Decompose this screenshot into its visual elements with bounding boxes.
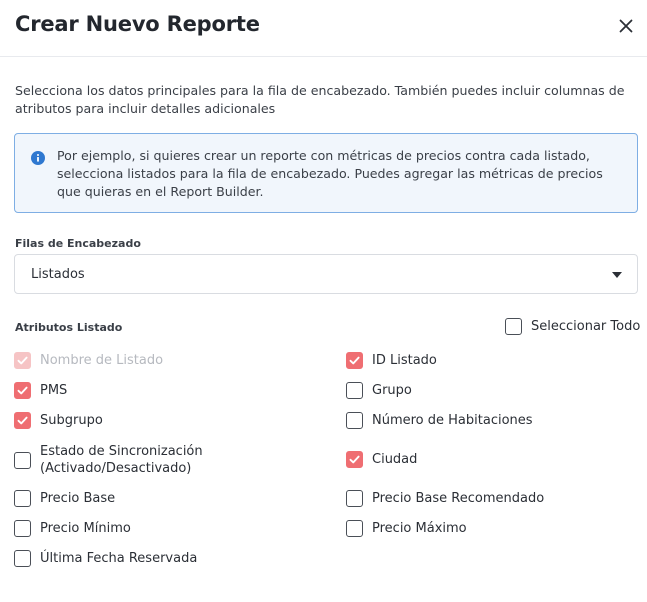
checkbox-ciudad[interactable]: Ciudad: [346, 451, 417, 468]
checkbox-box: [14, 382, 31, 399]
select-all-checkbox[interactable]: Seleccionar Todo: [505, 318, 640, 335]
checkbox-label: Estado de Sincronización (Activado/Desac…: [40, 444, 203, 476]
checkbox-label: Última Fecha Reservada: [40, 551, 198, 566]
checkmark-icon: [17, 386, 28, 395]
header-rows-value: Listados: [31, 267, 85, 282]
header-rows-label: Filas de Encabezado: [15, 237, 141, 250]
checkbox-label: Ciudad: [372, 452, 418, 467]
dialog-title: Crear Nuevo Reporte: [15, 12, 260, 36]
checkbox-subgrupo[interactable]: Subgrupo: [14, 412, 103, 429]
info-icon: [31, 151, 45, 165]
checkbox-grupo[interactable]: Grupo: [346, 382, 412, 399]
checkbox-box: [14, 412, 31, 429]
info-callout: Por ejemplo, si quieres crear un reporte…: [14, 133, 638, 213]
checkbox-label: Precio Máximo: [372, 521, 467, 536]
checkbox-box: [14, 352, 31, 369]
checkbox-box: [346, 490, 363, 507]
checkbox-box: [346, 412, 363, 429]
checkbox-box: [14, 550, 31, 567]
checkbox-label: Precio Mínimo: [40, 521, 131, 536]
checkbox-precio-base-recomendado[interactable]: Precio Base Recomendado: [346, 490, 544, 507]
checkbox-box: [14, 490, 31, 507]
select-all-label: Seleccionar Todo: [531, 319, 641, 334]
checkbox-label: Precio Base Recomendado: [372, 491, 545, 506]
checkbox-precio-base[interactable]: Precio Base: [14, 490, 115, 507]
checkbox-label: Precio Base: [40, 491, 116, 506]
checkbox-box: [14, 451, 31, 469]
checkmark-icon: [17, 416, 28, 425]
checkbox-precio-maximo[interactable]: Precio Máximo: [346, 520, 467, 537]
checkbox-pms[interactable]: PMS: [14, 382, 67, 399]
checkbox-label: ID Listado: [372, 353, 437, 368]
checkbox-precio-minimo[interactable]: Precio Mínimo: [14, 520, 131, 537]
checkmark-icon: [17, 356, 28, 365]
checkbox-box: [346, 382, 363, 399]
checkbox-box: [346, 451, 363, 468]
checkmark-icon: [349, 356, 360, 365]
checkbox-ultima-fecha-reservada[interactable]: Última Fecha Reservada: [14, 550, 197, 567]
header-rows-select[interactable]: Listados: [14, 254, 638, 294]
checkbox-box: [346, 520, 363, 537]
checkbox-numero-de-habitaciones[interactable]: Número de Habitaciones: [346, 412, 533, 429]
checkbox-box: [14, 520, 31, 537]
checkbox-label: Grupo: [372, 383, 412, 398]
checkbox-box: [346, 352, 363, 369]
checkbox-label: PMS: [40, 383, 68, 398]
checkbox-label: Número de Habitaciones: [372, 413, 533, 428]
dialog-header: Crear Nuevo Reporte: [0, 0, 647, 57]
intro-text: Selecciona los datos principales para la…: [15, 83, 625, 116]
checkbox-nombre-de-listado[interactable]: Nombre de Listado: [14, 352, 163, 369]
checkmark-icon: [349, 455, 360, 464]
checkbox-box: [505, 318, 522, 335]
close-button[interactable]: [614, 14, 638, 38]
checkbox-estado-de-sincronizacion[interactable]: Estado de Sincronización (Activado/Desac…: [14, 443, 240, 477]
checkbox-label: Subgrupo: [40, 413, 103, 428]
checkbox-label: Nombre de Listado: [40, 353, 164, 368]
caret-down-icon: [612, 272, 622, 278]
checkbox-id-listado[interactable]: ID Listado: [346, 352, 437, 369]
attributes-label: Atributos Listado: [15, 321, 123, 334]
info-text: Por ejemplo, si quieres crear un reporte…: [57, 148, 603, 199]
close-icon: [619, 19, 633, 33]
